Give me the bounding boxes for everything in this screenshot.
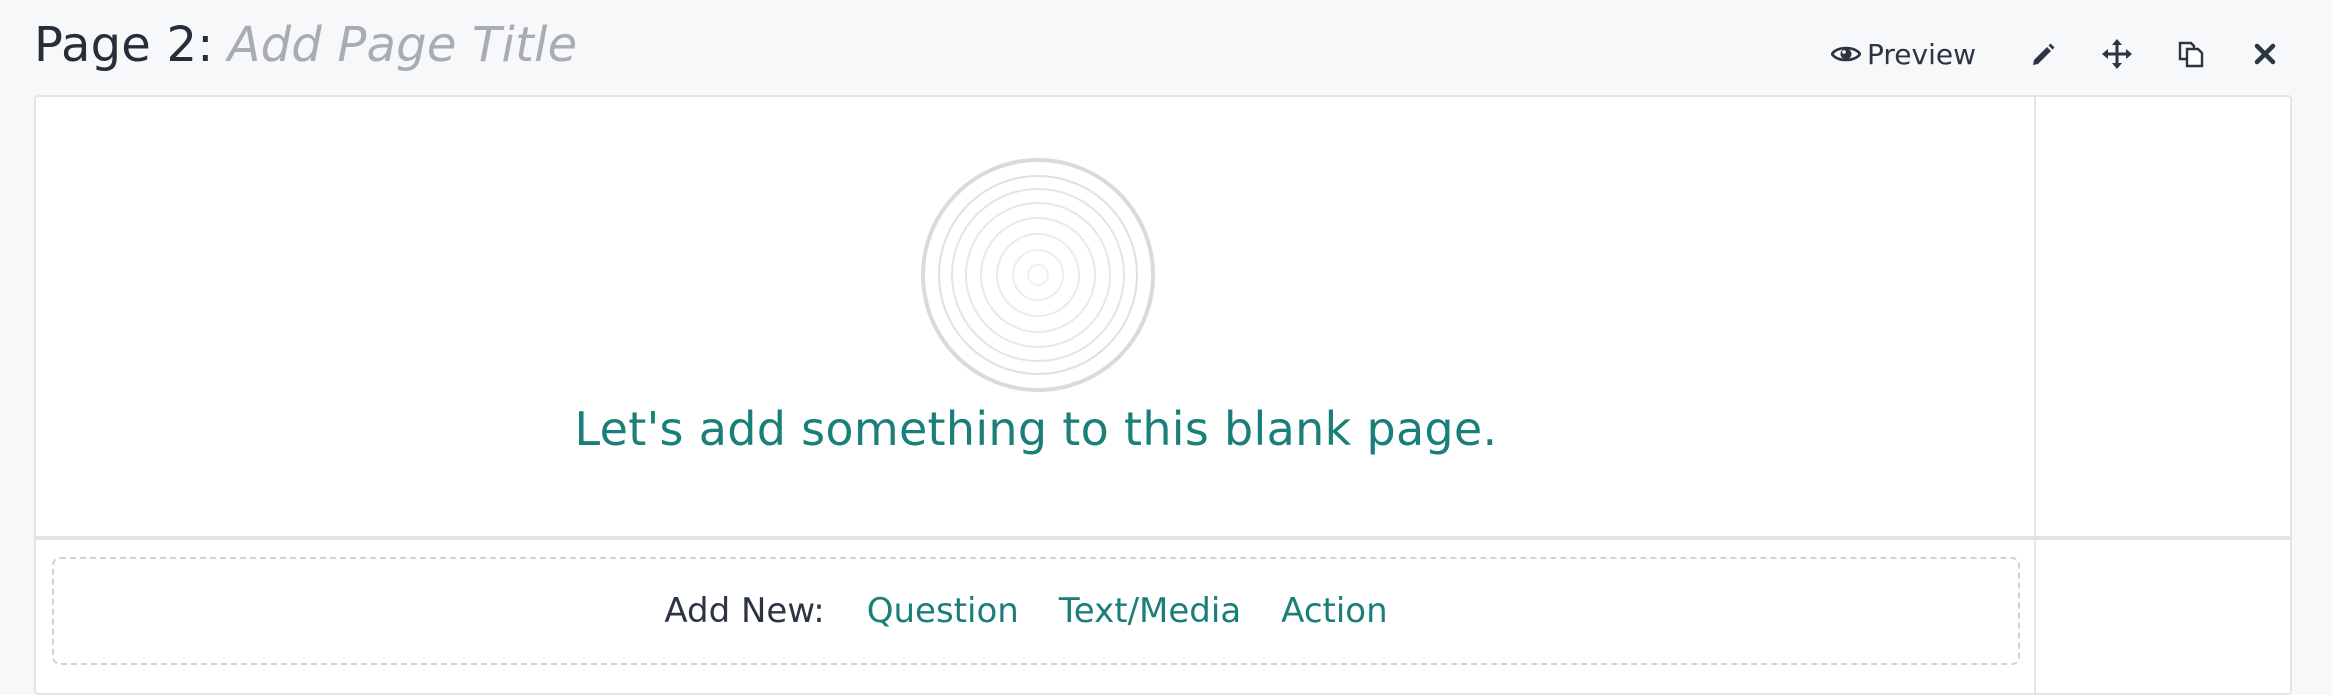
add-new-label: Add New: [664, 591, 825, 631]
page-title-input[interactable]: Add Page Title [228, 17, 578, 73]
copy-icon [2178, 41, 2204, 68]
page-toolbar: Preview [1831, 24, 2302, 84]
pencil-icon [2033, 43, 2055, 65]
empty-state-message: Let's add something to this blank page. [574, 402, 1498, 456]
add-question-link[interactable]: Question [867, 591, 1019, 631]
section-divider [36, 536, 2290, 540]
target-icon [921, 158, 1155, 392]
preview-button[interactable]: Preview [1831, 38, 1976, 71]
add-action-link[interactable]: Action [1281, 591, 1387, 631]
add-new-bar: Add New: Question Text/Media Action [52, 557, 2020, 665]
close-icon [2254, 43, 2276, 65]
page-label: Page 2: [34, 17, 214, 73]
eye-icon [1831, 46, 1861, 62]
page-header: Page 2: Add Page Title [34, 10, 577, 80]
close-button[interactable] [2228, 24, 2302, 84]
copy-button[interactable] [2154, 24, 2228, 84]
edit-button[interactable] [2006, 24, 2080, 84]
move-icon [2102, 39, 2132, 69]
page-panel: Let's add something to this blank page. … [34, 95, 2292, 695]
move-button[interactable] [2080, 24, 2154, 84]
add-text-media-link[interactable]: Text/Media [1059, 591, 1241, 631]
sidebar-divider [2034, 97, 2036, 693]
preview-label: Preview [1867, 37, 1976, 71]
